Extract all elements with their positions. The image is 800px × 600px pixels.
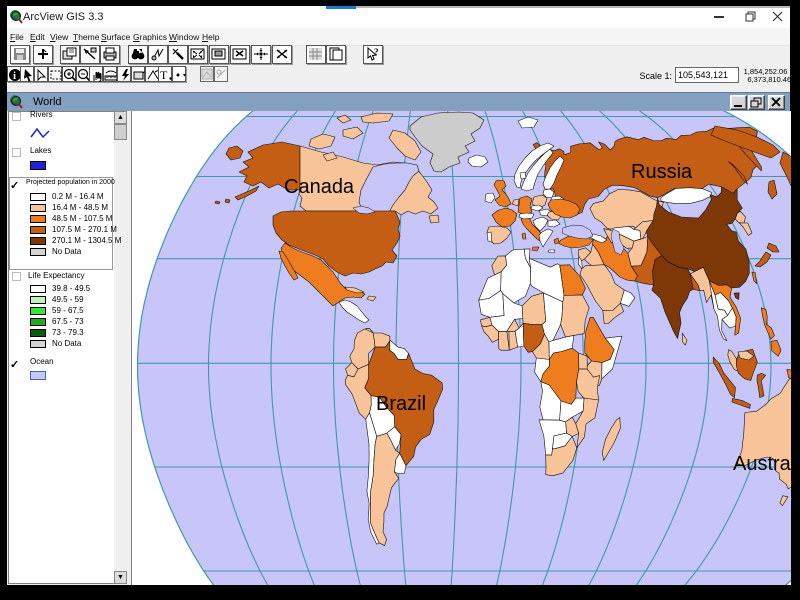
svg-text:Canada: Canada (284, 176, 355, 198)
svg-text:T: T (160, 68, 168, 82)
svg-text:i: i (13, 70, 16, 82)
svg-text:Russia: Russia (631, 161, 693, 183)
svg-text:?: ? (374, 47, 379, 57)
svg-text:Brazil: Brazil (376, 393, 426, 415)
svg-text:Australia: Australia (733, 453, 791, 475)
